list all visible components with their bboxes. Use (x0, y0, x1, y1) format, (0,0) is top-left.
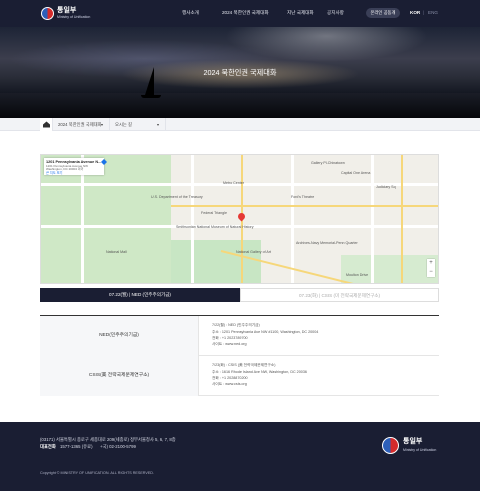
venue-website[interactable]: 사이트 : www.ned.org (212, 342, 247, 347)
chevron-down-icon: ▾ (100, 122, 103, 127)
footer-fax: +국) 02-2100-5799 (100, 444, 136, 449)
sea (0, 93, 480, 118)
map-label: Federal Triangle (201, 211, 227, 215)
apply-button[interactable]: 온라인 공동개 (366, 8, 400, 18)
footer-logo-text: 통일부 (403, 438, 423, 445)
home-button[interactable] (40, 118, 53, 131)
map-pin-icon[interactable] (236, 211, 247, 222)
map-label: Capital One Arena (341, 171, 371, 175)
hero-banner: 2024 북한인권 국제대화 (0, 27, 480, 118)
map-label: Archives-Navy Memorial-Penn Quarter (296, 241, 358, 245)
venue-phone: 전화 : +1 2028870200 (212, 376, 248, 380)
map-avenue (401, 155, 403, 283)
breadcrumb-label: 오시는 길 (115, 122, 133, 127)
zoom-out-button[interactable]: − (427, 268, 435, 277)
lang-separator: | (423, 10, 425, 15)
tab-ned[interactable]: 07.22(월) | NED (민주주의기금) (40, 288, 240, 302)
larger-map-link[interactable]: 큰 지도 보기 (46, 171, 102, 176)
directions-icon[interactable] (101, 159, 107, 165)
google-map[interactable]: Gallery Pl-Chinatown Metro Center Ford's… (40, 154, 439, 284)
map-label: Gallery Pl-Chinatown (311, 161, 345, 165)
logo-text[interactable]: 통일부 (57, 7, 76, 14)
venue-name: NED(민주주의기금) (40, 316, 199, 356)
map-label: Moulton Drive (346, 273, 369, 277)
map-label: Smithsonian National Museum of Natural H… (176, 225, 254, 229)
venue-detail: 7/23(화) : CSIS (美 전략국제문제연구소) (212, 363, 276, 367)
venue-detail: 7/22(월) : NED (민주주의기금) (212, 323, 260, 327)
nav-item-intro[interactable]: 행사소개 (182, 10, 199, 16)
taegeuk-logo-icon (382, 437, 399, 454)
zoom-in-button[interactable]: + (427, 259, 435, 268)
nav-item-notice[interactable]: 공지사항 (327, 10, 344, 16)
venue-address: 주소 : 1616 Rhode Island Ave NW, Washingto… (212, 370, 307, 374)
map-avenue (171, 205, 438, 207)
map-label: National Mall (106, 250, 127, 254)
footer-copyright: Copyright © MINISTRY OF UNIFICATION. ALL… (40, 471, 154, 475)
home-icon (43, 121, 50, 128)
zoom-control[interactable]: + − (427, 259, 435, 277)
footer-logo-subtitle: Ministry of Unification (403, 448, 437, 452)
map-road (291, 155, 294, 283)
lang-eng[interactable]: ENG (428, 10, 438, 16)
park-area (341, 255, 438, 283)
breadcrumb-item-dialogue[interactable]: 2024 북한인권 국제대화 ▾ (53, 118, 110, 131)
logo-subtitle: Ministry of Unification (57, 15, 91, 19)
map-label: Metro Center (223, 181, 244, 185)
map-label: Ford's Theatre (291, 195, 315, 199)
hero-title: 2024 북한인권 국제대화 (203, 68, 277, 77)
taegeuk-logo-icon[interactable] (41, 7, 54, 20)
map-label: U.S. Department of the Treasury (151, 195, 203, 199)
nav-item-2024-dialogue[interactable]: 2024 북한인권 국제대화 (222, 10, 269, 16)
place-info-card[interactable]: 1201 Pennsylvania Avenue N... 1201 Penns… (44, 158, 104, 175)
map-label: Judiciary Sq (376, 185, 396, 189)
sailboat-hull (141, 95, 161, 98)
venue-website[interactable]: 사이트 : www.csis.org (212, 382, 247, 387)
breadcrumb-item-directions[interactable]: 오시는 길 ▾ (110, 118, 166, 131)
map-label: National Gallery of Art (236, 250, 271, 254)
park-area (171, 240, 261, 283)
breadcrumb-label: 2024 북한인권 국제대화 (58, 122, 102, 127)
venue-phone: 전화 : +1 2023789700 (212, 336, 248, 340)
footer-phone-label: 대표전화 (40, 444, 56, 449)
chevron-down-icon: ▾ (156, 122, 159, 127)
footer-address: (03171) 서울특별시 종로구 세종대로 209(세종로) 정부서울청사 5… (40, 437, 176, 442)
lang-kor[interactable]: KOR (410, 10, 420, 16)
venue-name: CSIS(美 전략국제문제연구소) (40, 356, 199, 396)
venue-address: 주소 : 1201 Pennsylvania Ave NW #1100, Was… (212, 330, 319, 334)
map-road (191, 155, 194, 283)
map-road (371, 155, 374, 283)
site-footer (0, 422, 480, 491)
nav-item-past-dialogue[interactable]: 지난 국제대화 (287, 10, 314, 16)
tab-csis[interactable]: 07.23(화) | CSIS (미 전략국제문제연구소) (240, 288, 439, 302)
footer-phone: 1577-1365 (유료) (60, 444, 93, 449)
